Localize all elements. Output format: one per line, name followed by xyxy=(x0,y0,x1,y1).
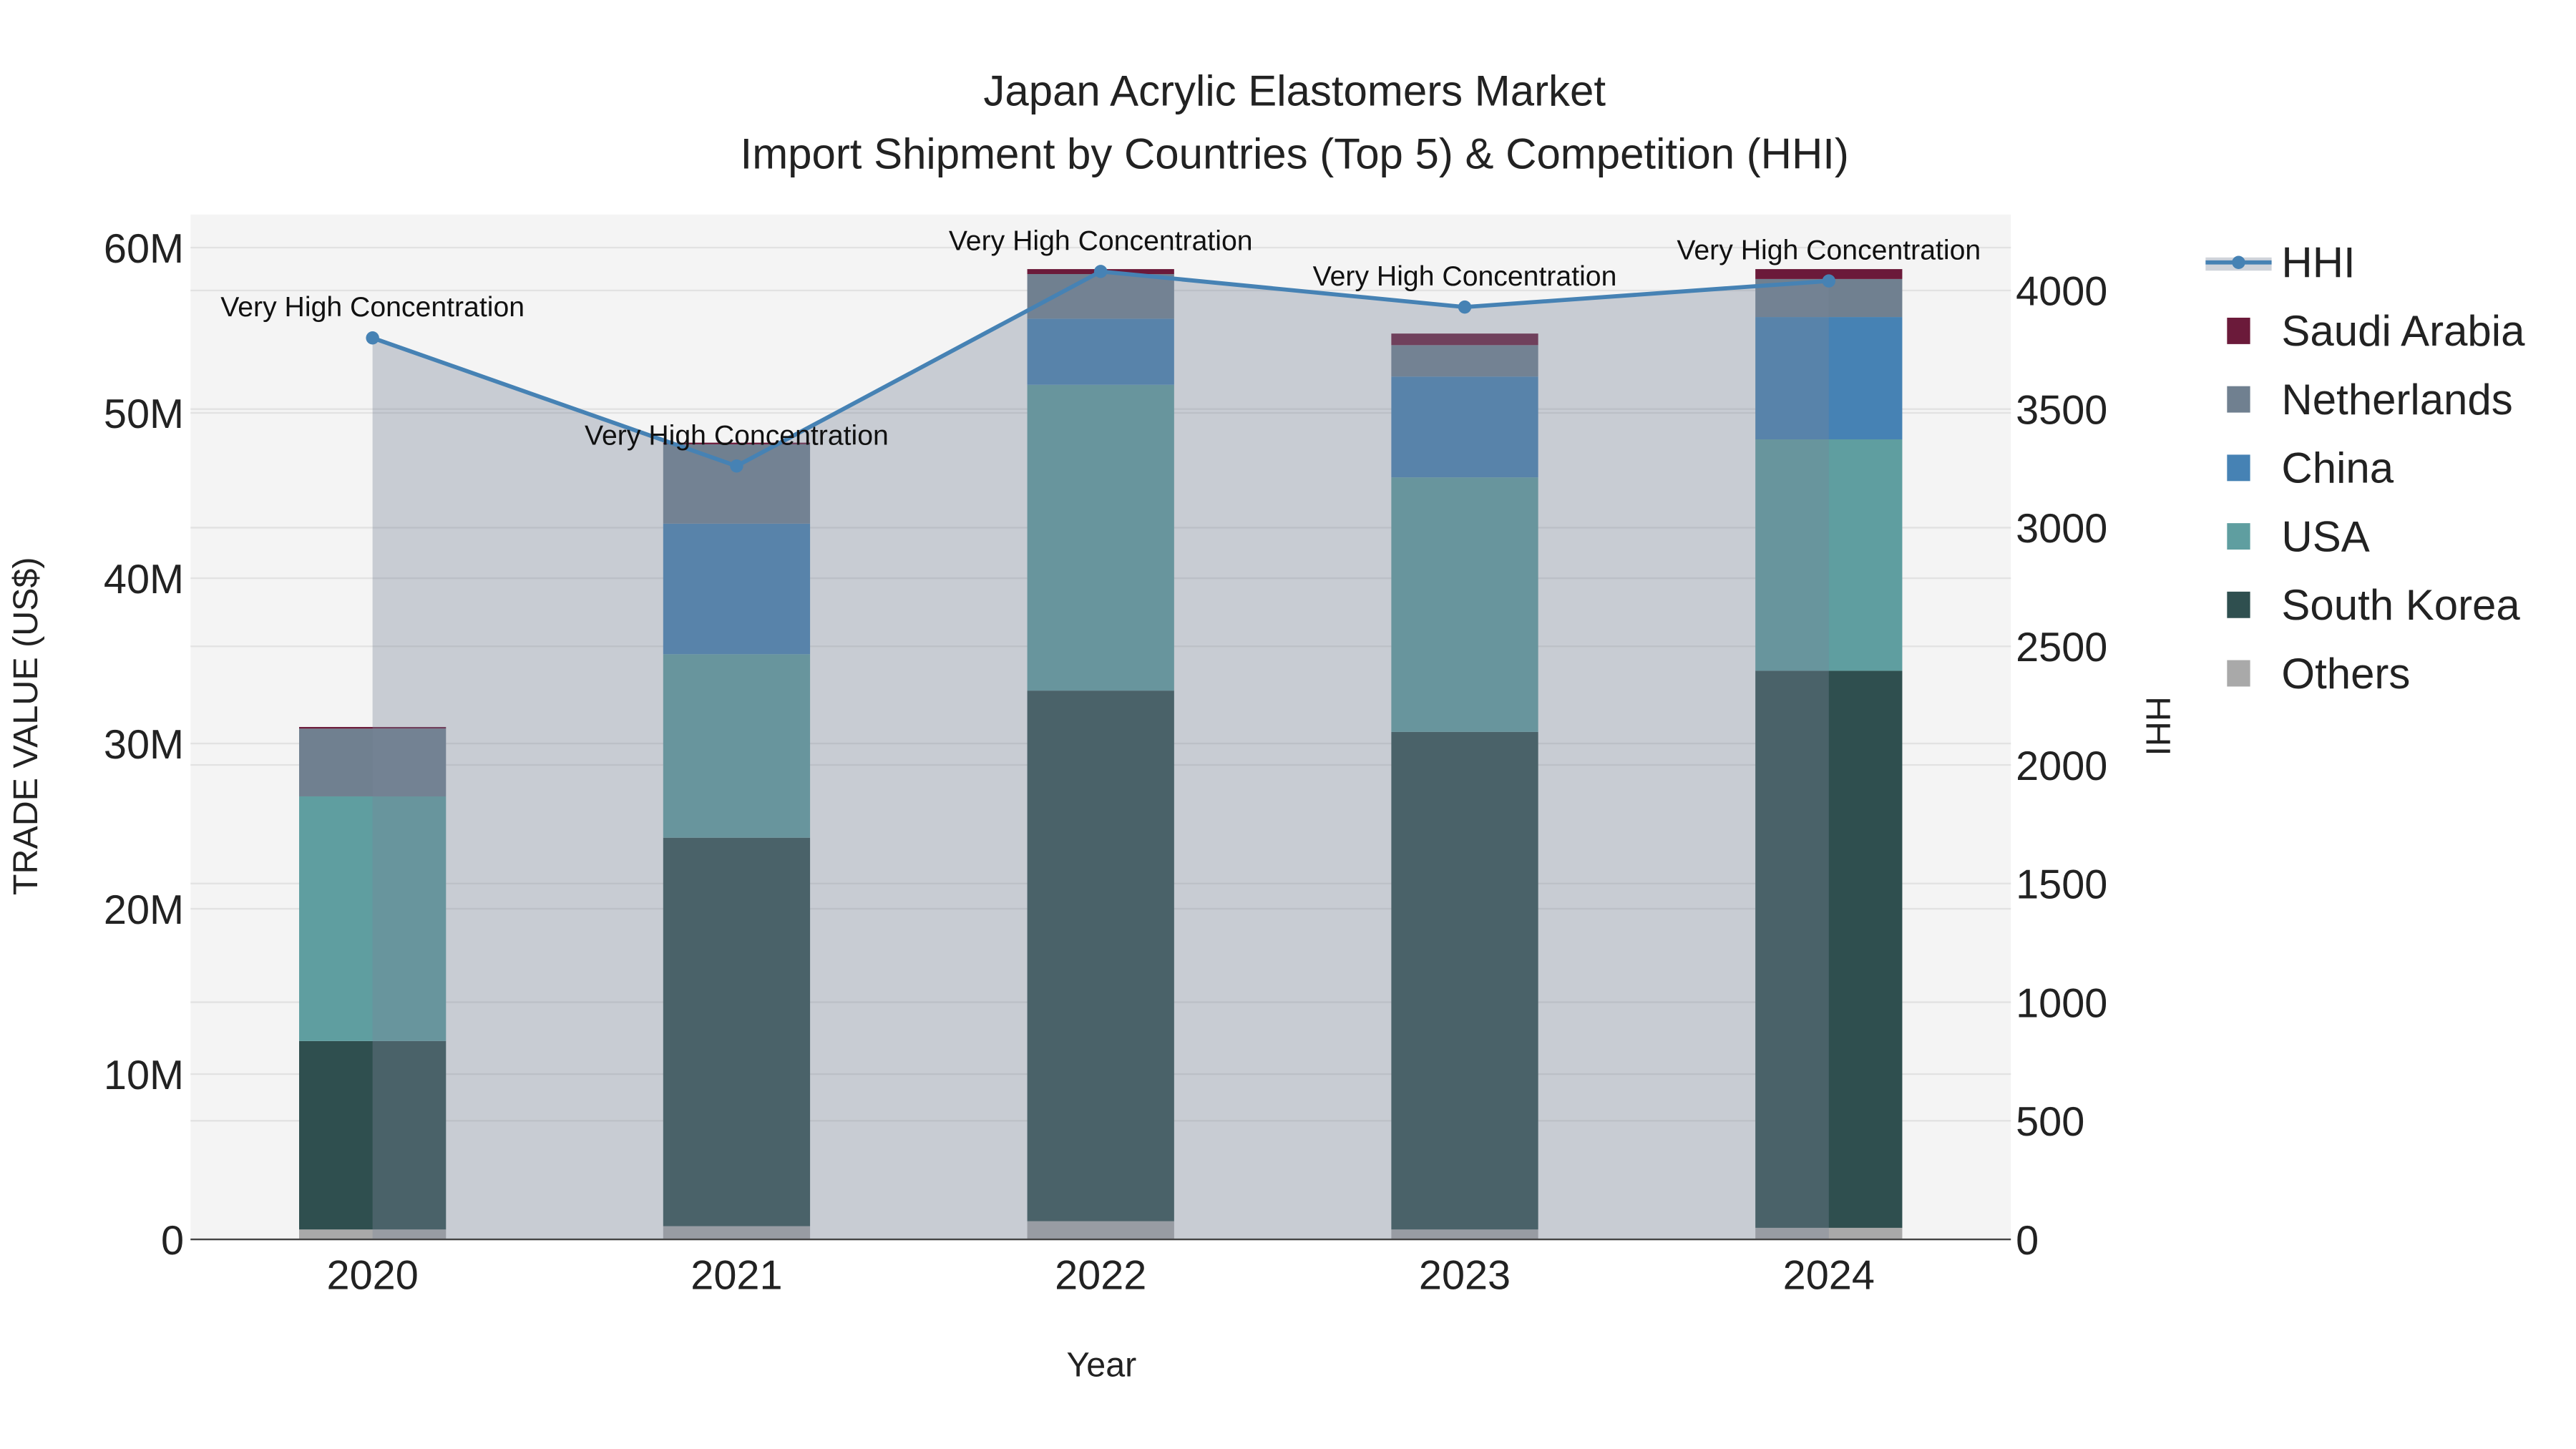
x-tick-label: 2024 xyxy=(1783,1252,1875,1298)
hhi-series: Very High Concentration Very High Concent… xyxy=(220,225,1981,1240)
y2-tick-label: 500 xyxy=(2016,1099,2084,1145)
y-tick-label: 20M xyxy=(104,887,184,933)
legend-swatch xyxy=(2227,386,2250,413)
legend-label: South Korea xyxy=(2281,581,2520,629)
legend-label: Saudi Arabia xyxy=(2281,307,2525,355)
legend-label: HHI xyxy=(2281,238,2355,286)
hhi-point xyxy=(366,331,379,345)
hhi-annotation: Very High Concentration xyxy=(1313,261,1617,292)
hhi-point xyxy=(1094,265,1108,278)
legend-label: USA xyxy=(2281,512,2369,560)
y2-tick-label: 4000 xyxy=(2016,269,2107,315)
legend-swatch-hhi-marker xyxy=(2232,255,2245,269)
chart: Very High Concentration Very High Concent… xyxy=(6,67,2525,1385)
legend-label: Others xyxy=(2281,650,2410,698)
legend-swatch xyxy=(2227,660,2250,687)
y2-axis-label: HHI xyxy=(2138,696,2177,756)
hhi-point xyxy=(1458,300,1472,314)
hhi-annotation: Very High Concentration xyxy=(1677,235,1981,266)
legend-label: Netherlands xyxy=(2281,376,2512,424)
y-tick-label: 10M xyxy=(104,1053,184,1098)
y-axis-label: TRADE VALUE (US$) xyxy=(6,557,45,895)
x-axis-label: Year xyxy=(1066,1346,1136,1385)
y2-tick-label: 2500 xyxy=(2016,625,2107,670)
legend-swatch xyxy=(2227,317,2250,344)
legend-swatch xyxy=(2227,523,2250,550)
legend-swatch xyxy=(2227,591,2250,618)
y2-tick-label: 3500 xyxy=(2016,387,2107,433)
x-tick-label: 2022 xyxy=(1055,1252,1146,1298)
x-tick-label: 2023 xyxy=(1419,1252,1511,1298)
y-tick-label: 60M xyxy=(104,226,184,272)
hhi-annotation: Very High Concentration xyxy=(585,420,889,451)
legend: HHI Saudi Arabia Netherlands China USA South … xyxy=(2205,238,2525,698)
legend-swatch xyxy=(2227,454,2250,482)
y-tick-label: 0 xyxy=(161,1218,184,1264)
legend-label: China xyxy=(2281,444,2394,492)
chart-subtitle: Import Shipment by Countries (Top 5) & C… xyxy=(741,130,1849,177)
y2-tick-label: 1000 xyxy=(2016,980,2107,1026)
y-tick-label: 30M xyxy=(104,722,184,768)
chart-title: Japan Acrylic Elastomers Market xyxy=(983,67,1606,115)
x-tick-label: 2021 xyxy=(691,1252,782,1298)
y2-tick-label: 3000 xyxy=(2016,506,2107,552)
y2-tick-label: 0 xyxy=(2016,1218,2039,1264)
hhi-point xyxy=(1822,274,1836,288)
hhi-annotation: Very High Concentration xyxy=(949,225,1253,256)
hhi-point xyxy=(730,459,743,473)
y-tick-label: 40M xyxy=(104,557,184,602)
y2-tick-label: 1500 xyxy=(2016,862,2107,908)
y-tick-label: 50M xyxy=(104,391,184,437)
x-tick-label: 2020 xyxy=(327,1252,419,1298)
y2-tick-label: 2000 xyxy=(2016,743,2107,789)
hhi-annotation: Very High Concentration xyxy=(220,292,525,323)
